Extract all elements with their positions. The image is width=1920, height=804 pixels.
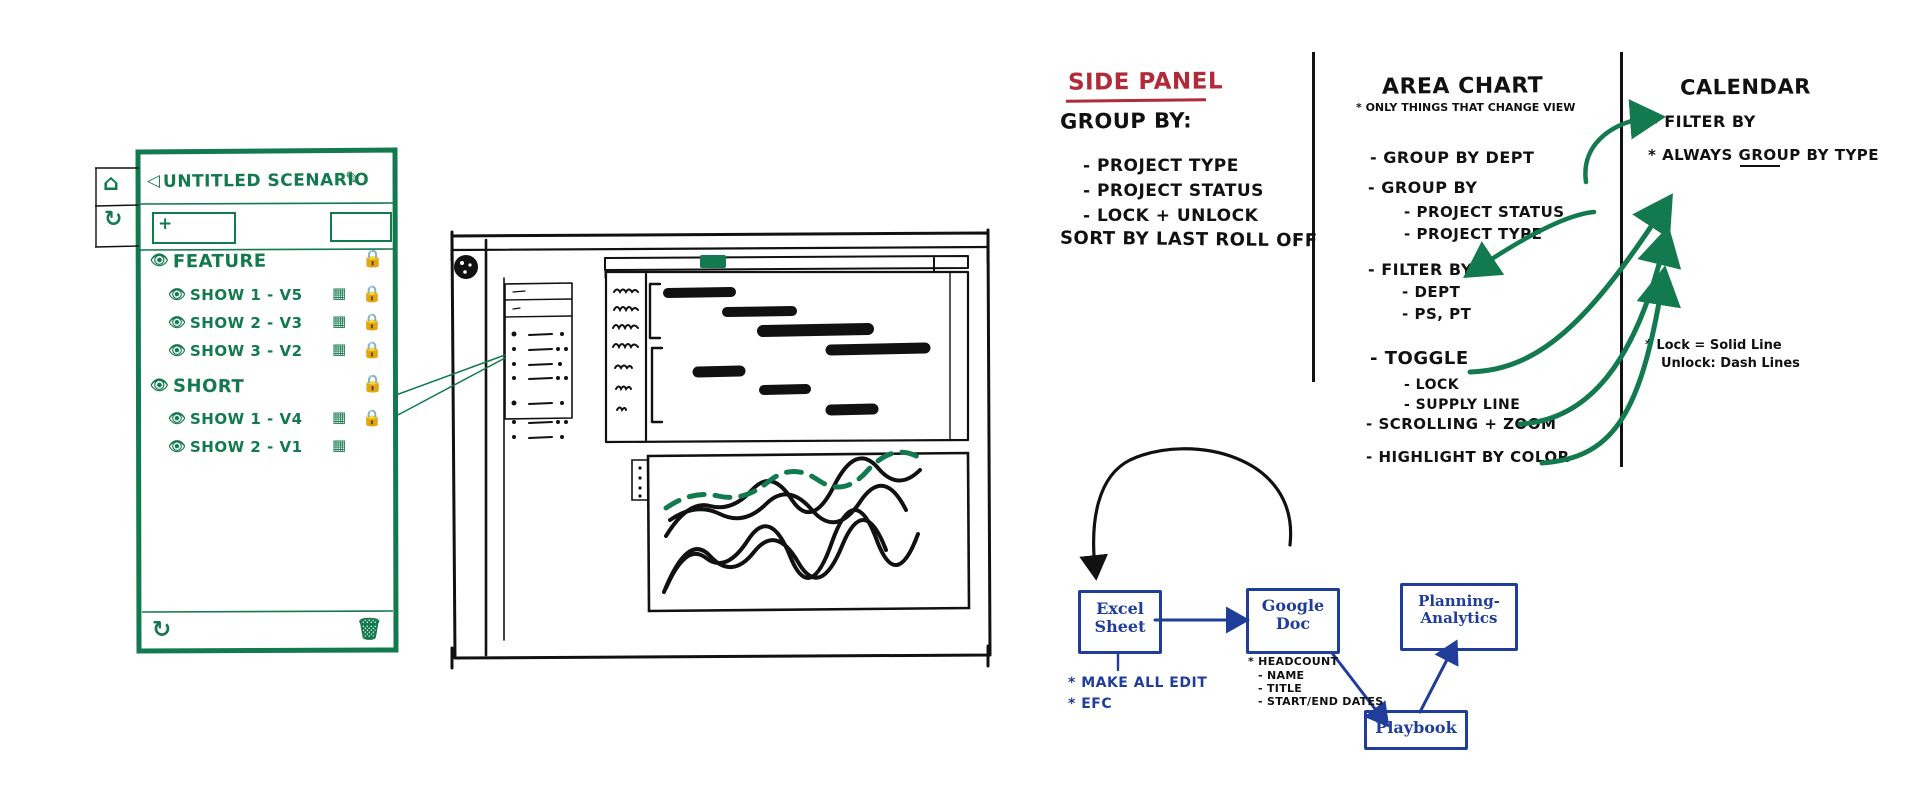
- flow-node-gdoc-line1: Google: [1261, 596, 1325, 615]
- whiteboard-canvas: ⌂ ↻ ◁ UNTITLED SCENARIO ✎ + 👁 FEATURE 🔒 …: [0, 0, 1920, 804]
- flow-node-planning-line1: Planning-: [1418, 592, 1500, 610]
- flow-node-excel-line2: Sheet: [1094, 617, 1146, 637]
- gdoc-note: - START/END DATES: [1258, 695, 1384, 708]
- arrow-gdoc-to-playbook: [1330, 651, 1390, 728]
- flow-node-excel-line1: Excel: [1096, 599, 1144, 618]
- flow-loop-arrow: [1079, 447, 1293, 581]
- flow-node-excel[interactable]: Excel Sheet: [1078, 590, 1162, 654]
- flow-node-gdoc[interactable]: Google Doc: [1246, 588, 1340, 654]
- flow-node-planning-line2: Analytics: [1420, 609, 1498, 628]
- excel-note: * EFC: [1068, 696, 1113, 712]
- excel-note: * MAKE ALL EDIT: [1068, 675, 1208, 691]
- flow-node-gdoc-line2: Doc: [1275, 614, 1311, 634]
- arrow-playbook-to-planning: [1418, 639, 1459, 714]
- gdoc-note: - NAME: [1258, 669, 1305, 682]
- flow-arrows: [1079, 447, 1459, 728]
- gdoc-note: * HEADCOUNT: [1248, 655, 1339, 668]
- flow-node-playbook[interactable]: Playbook: [1364, 710, 1468, 750]
- flow-node-playbook-line1: Playbook: [1375, 718, 1457, 737]
- gdoc-note: - TITLE: [1258, 682, 1303, 695]
- flow-node-planning[interactable]: Planning- Analytics: [1400, 583, 1518, 651]
